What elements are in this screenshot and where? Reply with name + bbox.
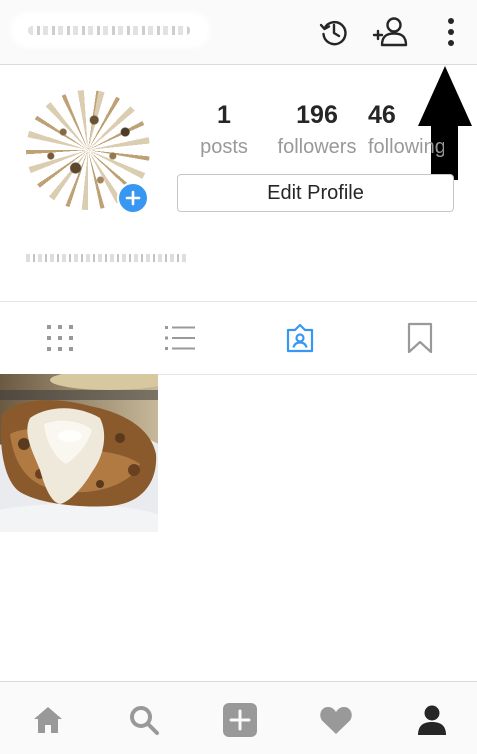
bookmark-icon[interactable]	[400, 320, 440, 356]
profile-icon[interactable]	[412, 700, 452, 740]
search-icon[interactable]	[124, 700, 164, 740]
following-label: following	[368, 136, 444, 158]
following-count: 46	[368, 101, 396, 129]
following-stat[interactable]: 46 following	[364, 100, 444, 164]
heart-icon[interactable]	[316, 700, 356, 740]
add-story-icon[interactable]	[117, 182, 149, 214]
tagged-photos-icon[interactable]	[280, 320, 320, 356]
avatar[interactable]	[26, 90, 152, 214]
more-options-icon[interactable]	[431, 12, 471, 52]
followers-count: 196	[296, 101, 338, 129]
post-thumbnail[interactable]	[0, 374, 158, 532]
posts-label: posts	[200, 136, 248, 158]
home-icon[interactable]	[28, 700, 68, 740]
followers-label: followers	[277, 136, 357, 158]
edit-profile-button[interactable]: Edit Profile	[177, 174, 454, 212]
list-icon[interactable]	[160, 320, 200, 356]
posts-count: 1	[217, 101, 231, 129]
history-icon[interactable]	[314, 12, 354, 52]
followers-stat[interactable]: 196 followers	[268, 100, 366, 164]
grid-icon[interactable]	[40, 320, 80, 356]
add-person-icon[interactable]	[370, 12, 410, 52]
profile-tab-bar	[0, 301, 477, 375]
bio-redacted	[22, 248, 192, 268]
bottom-navigation	[0, 681, 477, 754]
posts-stat[interactable]: 1 posts	[192, 100, 256, 164]
food-photo	[0, 374, 158, 532]
add-post-icon[interactable]	[220, 700, 260, 740]
top-bar	[0, 0, 477, 65]
username-redacted[interactable]	[14, 16, 206, 44]
